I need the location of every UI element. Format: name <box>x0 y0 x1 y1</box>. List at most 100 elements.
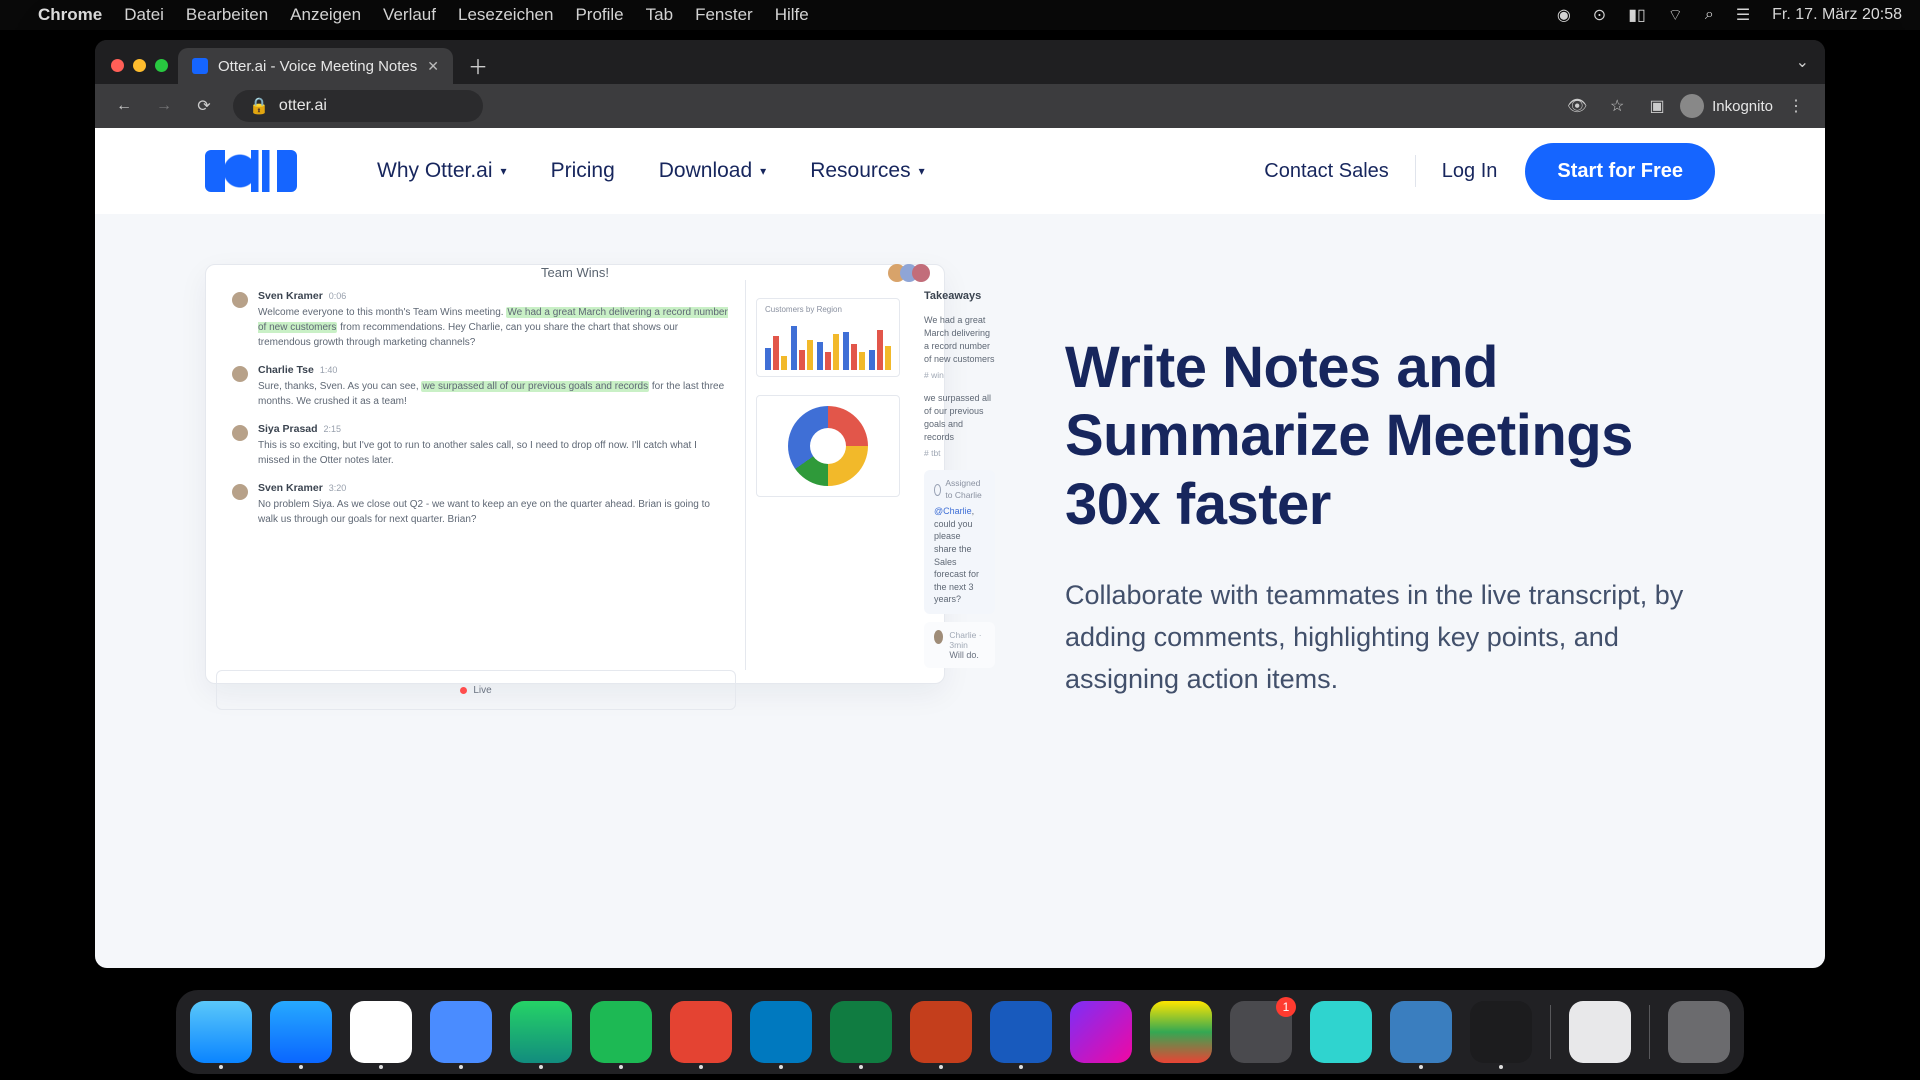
menu-item[interactable]: Fenster <box>695 5 753 25</box>
menu-item[interactable]: Bearbeiten <box>186 5 268 25</box>
close-tab-icon[interactable]: ✕ <box>427 58 439 75</box>
address-bar[interactable]: 🔒 otter.ai <box>233 90 483 122</box>
chrome-menu-icon[interactable]: ⋮ <box>1779 89 1813 123</box>
message-text: This is so exciting, but I've got to run… <box>258 438 731 468</box>
hero-headline: Write Notes and Summarize Meetings 30x f… <box>1065 334 1715 539</box>
profile-button[interactable]: Inkognito <box>1680 94 1773 118</box>
hero-section: Team Wins! Sven Kramer0:06Welcome everyo… <box>95 214 1825 751</box>
dock-app-quicktime[interactable] <box>1390 1001 1452 1063</box>
avatar <box>232 484 248 500</box>
reload-button[interactable]: ⟳ <box>187 89 221 123</box>
live-indicator: Live <box>216 670 736 710</box>
close-icon[interactable] <box>111 59 124 72</box>
dock-app-trello[interactable] <box>750 1001 812 1063</box>
chevron-down-icon: ▾ <box>760 164 766 178</box>
chrome-toolbar: ← → ⟳ 🔒 otter.ai 👁 ☆ ▣ Inkognito ⋮ <box>95 84 1825 128</box>
tab-title: Otter.ai - Voice Meeting Notes <box>218 58 417 75</box>
dock-app-excel[interactable] <box>830 1001 892 1063</box>
menu-item[interactable]: Datei <box>124 5 164 25</box>
dock-app-todoist[interactable] <box>670 1001 732 1063</box>
browser-tab[interactable]: Otter.ai - Voice Meeting Notes ✕ <box>178 48 453 84</box>
nav-why[interactable]: Why Otter.ai▾ <box>377 159 507 183</box>
new-tab-button[interactable]: ＋ <box>463 50 493 80</box>
forward-button[interactable]: → <box>147 89 181 123</box>
speaker-name: Sven Kramer3:20 <box>258 482 731 494</box>
playback-icon[interactable]: ⊙ <box>1593 5 1606 25</box>
dock-app-powerpoint[interactable] <box>910 1001 972 1063</box>
dock-app-finder[interactable] <box>190 1001 252 1063</box>
dock-app-whatsapp[interactable] <box>510 1001 572 1063</box>
nav-pricing[interactable]: Pricing <box>551 159 615 183</box>
record-icon[interactable]: ◉ <box>1557 5 1571 25</box>
dock-app-preview[interactable] <box>1569 1001 1631 1063</box>
bar-chart: Customers by Region <box>756 298 900 377</box>
participant-avatars <box>888 264 930 282</box>
live-dot-icon <box>460 687 467 694</box>
message-text: Welcome everyone to this month's Team Wi… <box>258 305 731 350</box>
menu-item[interactable]: Verlauf <box>383 5 436 25</box>
menu-item[interactable]: Lesezeichen <box>458 5 553 25</box>
chrome-window: Otter.ai - Voice Meeting Notes ✕ ＋ ⌄ ← →… <box>95 40 1825 968</box>
macos-menubar: Chrome Datei Bearbeiten Anzeigen Verlauf… <box>0 0 1920 30</box>
notification-badge: 1 <box>1276 997 1296 1017</box>
window-controls[interactable] <box>111 59 168 72</box>
message-text: Sure, thanks, Sven. As you can see, we s… <box>258 379 731 409</box>
dock-app-settings[interactable]: 1 <box>1230 1001 1292 1063</box>
dock-app-app1[interactable] <box>1310 1001 1372 1063</box>
dock-app-spotify[interactable] <box>590 1001 652 1063</box>
menubar-clock[interactable]: Fr. 17. März 20:58 <box>1772 6 1902 24</box>
dock-app-imovie[interactable] <box>1070 1001 1132 1063</box>
donut-chart <box>756 395 900 497</box>
sidepanel-icon[interactable]: ▣ <box>1640 89 1674 123</box>
start-free-button[interactable]: Start for Free <box>1525 143 1715 200</box>
login-link[interactable]: Log In <box>1442 160 1498 183</box>
menu-item[interactable]: Profile <box>575 5 623 25</box>
hashtag: # win <box>924 370 995 380</box>
transcript-message: Charlie Tse1:40Sure, thanks, Sven. As yo… <box>232 364 731 409</box>
dock-app-drive[interactable] <box>1150 1001 1212 1063</box>
menu-item[interactable]: Hilfe <box>775 5 809 25</box>
fullscreen-icon[interactable] <box>155 59 168 72</box>
control-center-icon[interactable]: ☰ <box>1736 5 1750 25</box>
menubar-app[interactable]: Chrome <box>38 5 102 25</box>
takeaway-item: We had a great March delivering a record… <box>924 314 995 366</box>
charts-column: Customers by Region <box>746 280 910 722</box>
assigned-label: Assigned to Charlie <box>934 478 985 502</box>
transcript-message: Sven Kramer0:06 Welcome everyone to this … <box>232 290 731 350</box>
dock-app-word[interactable] <box>990 1001 1052 1063</box>
dock-app-chrome[interactable] <box>350 1001 412 1063</box>
speaker-name: Sven Kramer0:06 <box>258 290 731 302</box>
dock-app-trash[interactable] <box>1668 1001 1730 1063</box>
bookmark-icon[interactable]: ☆ <box>1600 89 1634 123</box>
message-text: No problem Siya. As we close out Q2 - we… <box>258 497 731 527</box>
favicon-icon <box>192 58 208 74</box>
avatar <box>232 366 248 382</box>
avatar <box>232 292 248 308</box>
transcript-message: Sven Kramer3:20 No problem Siya. As we cl… <box>232 482 731 527</box>
contact-sales-link[interactable]: Contact Sales <box>1264 160 1389 183</box>
wifi-icon[interactable]: ⌔ <box>1668 5 1683 25</box>
nav-download[interactable]: Download▾ <box>659 159 766 183</box>
url-text: otter.ai <box>279 97 327 115</box>
tabs-overflow-icon[interactable]: ⌄ <box>1796 52 1809 72</box>
menu-item[interactable]: Anzeigen <box>290 5 361 25</box>
spotlight-icon[interactable]: ⌕ <box>1705 6 1714 24</box>
dock-app-safari[interactable] <box>270 1001 332 1063</box>
battery-icon[interactable]: ▮▯ <box>1628 5 1646 25</box>
dock-app-voicememos[interactable] <box>1470 1001 1532 1063</box>
takeaway-item: we surpassed all of our previous goals a… <box>924 392 995 444</box>
avatar <box>232 425 248 441</box>
nav-resources[interactable]: Resources▾ <box>810 159 924 183</box>
macos-dock: 1 <box>176 990 1744 1074</box>
otter-logo[interactable] <box>205 150 297 192</box>
tracking-icon[interactable]: 👁 <box>1560 89 1594 123</box>
dock-app-zoom[interactable] <box>430 1001 492 1063</box>
profile-label: Inkognito <box>1712 98 1773 115</box>
reply-item: Charlie · 3min Will do. <box>924 622 995 668</box>
product-mockup: Team Wins! Sven Kramer0:06Welcome everyo… <box>205 264 945 684</box>
back-button[interactable]: ← <box>107 89 141 123</box>
speaker-name: Siya Prasad2:15 <box>258 423 731 435</box>
menu-item[interactable]: Tab <box>646 5 673 25</box>
minimize-icon[interactable] <box>133 59 146 72</box>
action-item: Assigned to Charlie @Charlie, could you … <box>924 470 995 614</box>
